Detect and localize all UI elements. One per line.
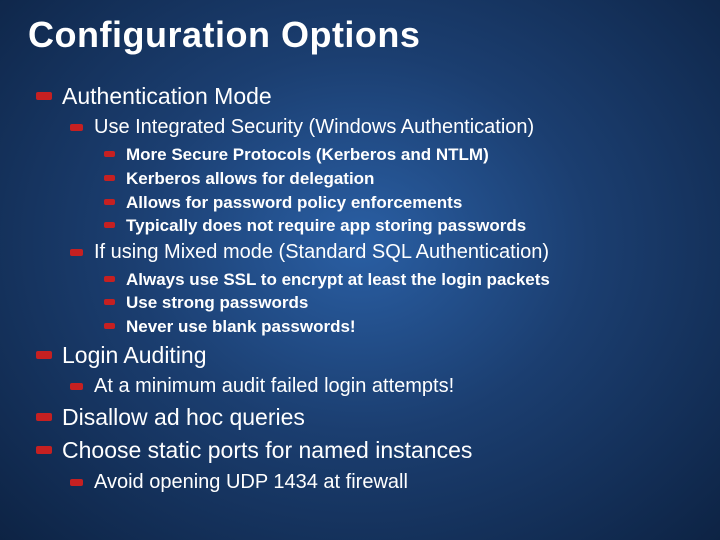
bullet-no-blank-passwords: Never use blank passwords! — [100, 316, 692, 338]
bullet-kerberos-delegation: Kerberos allows for delegation — [100, 168, 692, 190]
bullet-password-policy: Allows for password policy enforcements — [100, 192, 692, 214]
bullet-login-auditing: Login Auditing — [28, 341, 692, 370]
bullet-avoid-udp1434: Avoid opening UDP 1434 at firewall — [64, 470, 692, 496]
bullet-secure-protocols: More Secure Protocols (Kerberos and NTLM… — [100, 144, 692, 166]
bullet-strong-passwords: Use strong passwords — [100, 292, 692, 314]
slide: Configuration Options Authentication Mod… — [0, 0, 720, 540]
slide-title: Configuration Options — [28, 14, 692, 56]
bullet-use-ssl: Always use SSL to encrypt at least the l… — [100, 269, 692, 291]
bullet-auth-mode: Authentication Mode — [28, 82, 692, 111]
bullet-static-ports: Choose static ports for named instances — [28, 436, 692, 465]
bullet-list: Authentication Mode Use Integrated Secur… — [28, 82, 692, 495]
bullet-integrated-security: Use Integrated Security (Windows Authent… — [64, 115, 692, 141]
bullet-disallow-adhoc: Disallow ad hoc queries — [28, 403, 692, 432]
bullet-audit-failed-logins: At a minimum audit failed login attempts… — [64, 374, 692, 400]
bullet-no-stored-passwords: Typically does not require app storing p… — [100, 215, 692, 237]
bullet-mixed-mode: If using Mixed mode (Standard SQL Authen… — [64, 240, 692, 266]
